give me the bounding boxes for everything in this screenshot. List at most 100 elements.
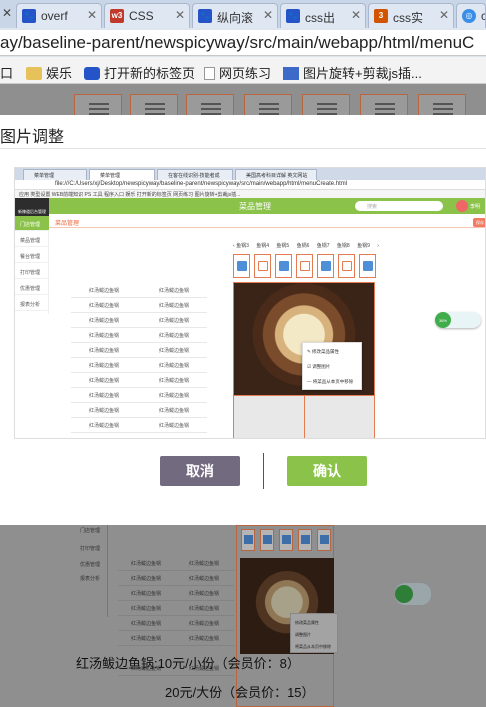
preview-bookmarks: 应用 类型设置 WEB前端知识 PS 工具 程序入口 娱乐 打开新的标签页 网页… [15,190,485,198]
browser-tab[interactable]: 🐾 纵向滚 ✕ [192,3,278,28]
preview-tab: 菜单管理 [23,169,87,180]
preview-menu-item: — 将菜品从本页中移除 [307,379,354,384]
preview-menu-item: ☑ 调整图片 [307,364,331,369]
table-row: 红汤鲅边鱼锅 红汤鲅边鱼锅 [118,572,234,586]
b-logo-icon: 3 [374,9,388,23]
browser-chrome: ✕ 🐾 overf ✕ w3 CSS ✕ 🐾 纵向滚 ✕ 🐾 css出 ✕ 3 … [0,0,486,84]
preview-header: 菜品管理 搜索 李明 [15,198,485,214]
table-cell: 红汤鲅边鱼锅 [88,423,119,429]
paw-icon: 🐾 [22,9,36,23]
thumbnail-slot [260,529,274,551]
browser-tab[interactable]: ◎ c [456,3,486,28]
preview-category: 鱼锅7 [316,243,330,249]
page-icon [204,67,215,80]
menu-item: 调整图片 [295,632,311,637]
close-icon[interactable]: ✕ [2,6,12,20]
bookmark-item[interactable]: 图片旋转+剪裁js插... [283,63,422,82]
speed-widget [395,583,431,605]
table-cell: 红汤鲅边鱼锅 [88,393,119,399]
preview-category-tabs: ‹ 鱼锅3 鱼锅4 鱼锅5 鱼锅6 鱼锅7 鱼锅8 鱼锅9 › [233,242,379,249]
image-icon [283,67,299,80]
preview-thumb-row [233,254,376,280]
table-cell: 红汤鲅边鱼锅 [158,393,189,399]
preview-side-item: 菜品管理 [15,232,49,247]
tab-label: 纵向滚 [217,11,254,25]
paw-icon: 🐾 [198,9,212,23]
browser-tab[interactable]: 🐾 overf ✕ [16,3,102,28]
preview-category: 鱼锅6 [296,243,310,249]
bookmark-item[interactable]: 打开新的标签页 [84,63,195,82]
close-icon[interactable]: ✕ [351,8,361,22]
thumbnail-slot [298,529,312,551]
divider [263,453,264,489]
folder-icon [26,67,42,80]
bookmark-item[interactable]: 娱乐 [26,63,72,82]
dialog-image-preview[interactable]: 菜单管理 菜单管理 在客在线识别-技能者成 美国高考科目详解 英文网站 file… [14,167,486,439]
close-icon[interactable]: ✕ [263,8,273,22]
table-cell: 红汤鲅边鱼锅 [158,408,189,414]
speed-widget-dot [395,585,413,603]
browser-tab[interactable]: w3 CSS ✕ [104,3,190,28]
preview-side-item: 打印管理 [15,264,49,279]
thumbnail-slot [317,254,334,278]
sidebar-item: 优惠管理 [80,562,101,568]
bookmark-item[interactable]: 口 [0,63,13,82]
sidebar-item: 门店管理 [80,528,101,534]
avatar [456,200,468,212]
globe-icon: ◎ [462,9,476,23]
menu-item: 修改菜品属性 [295,620,319,625]
preview-side-item: 门店管理 [15,216,49,231]
sidebar-item: 报表分析 [80,576,101,582]
preview-category: 鱼锅8 [336,243,350,249]
tab-label: overf [41,9,68,23]
thumbnail-slot [254,254,271,278]
tab-label: CSS [129,9,154,23]
thumbnail-slot [296,254,313,278]
table-cell: 红汤鲅边鱼锅 [88,348,119,354]
thumbnail-slot [279,529,293,551]
thumbnail-slot [275,254,292,278]
table-row: 红汤鲅边鱼锅 红汤鲅边鱼锅 [118,602,234,616]
table-cell: 红汤鲅边鱼锅 [158,378,189,384]
bookmark-item[interactable]: 网页练习 [204,63,271,82]
thumbnail-slot [359,254,376,278]
cancel-button[interactable]: 取消 [160,456,240,486]
w3-icon: w3 [110,9,124,23]
table-cell: 红汤鲅边鱼锅 [158,288,189,294]
preview-user-name: 李明 [470,204,481,210]
preview-side-item: 餐台管理 [15,248,49,263]
divider [49,227,485,228]
browser-tab[interactable]: 3 css实 ✕ [368,3,454,28]
table-cell: 红汤鲅边鱼锅 [88,363,119,369]
preview-search: 搜索 [355,201,443,211]
table-row: 红汤鲅边鱼锅 红汤鲅边鱼锅 [118,587,234,601]
preview-address: file:///C:/Users/xj/Desktop/newspicyway/… [15,180,485,190]
chevron-right-icon: › [377,243,379,249]
speed-widget: 36% [435,312,481,328]
address-bar[interactable]: ay/baseline-parent/newspicyway/src/main/… [0,30,486,56]
thumbnail-slot [338,254,355,278]
preview-side-item: 报表分析 [15,296,49,311]
price-text: 20元/大份（会员价：15） [165,685,315,700]
close-icon[interactable]: ✕ [439,8,449,22]
preview-tab: 美国高考科目详解 英文网站 [235,169,317,180]
bookmarks-bar: 口 娱乐 打开新的标签页 网页练习 图片旋转+剪裁js插... [0,57,486,84]
close-icon[interactable]: ✕ [175,8,185,22]
paw-icon [84,67,100,80]
browser-tab[interactable]: 🐾 css出 ✕ [280,3,366,28]
table-cell: 红汤鲅边鱼锅 [88,318,119,324]
preview-tab-strip: 菜单管理 菜单管理 在客在线识别-技能者成 美国高考科目详解 英文网站 [15,168,485,180]
tab-label: c [481,9,485,23]
table-cell: 红汤鲅边鱼锅 [88,288,119,294]
preview-tab: 菜单管理 [89,169,155,180]
confirm-button[interactable]: 确认 [287,456,367,486]
table-row: 红汤鲅边鱼锅 红汤鲅边鱼锅 [118,632,234,646]
preview-side-item: 优惠管理 [15,280,49,295]
dialog-title: 图片调整 [0,129,65,146]
table-cell: 红汤鲅边鱼锅 [88,303,119,309]
preview-tab: 在客在线识别-技能者成 [157,169,233,180]
table-cell: 红汤鲅边鱼锅 [158,363,189,369]
thumbnail-slot [317,529,331,551]
paw-icon: 🐾 [286,9,300,23]
close-icon[interactable]: ✕ [87,8,97,22]
